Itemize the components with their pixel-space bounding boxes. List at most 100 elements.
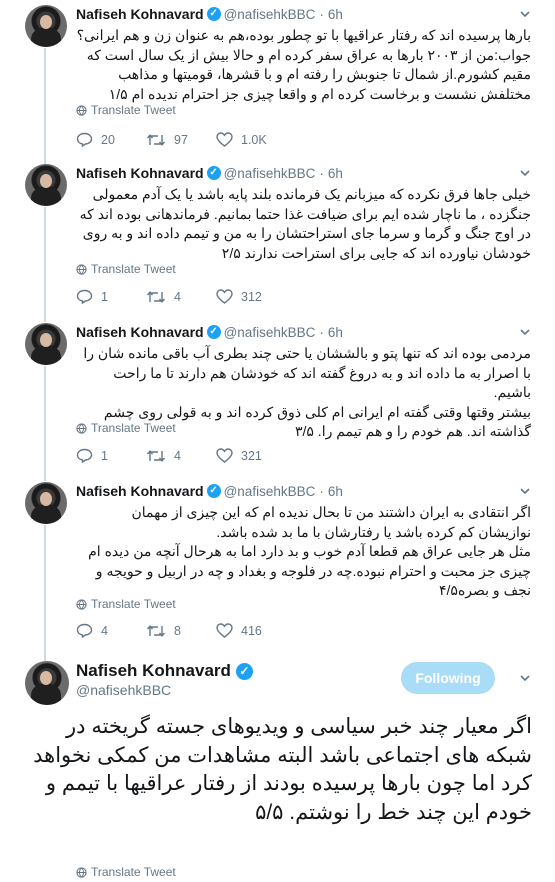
like-count: 321	[241, 448, 262, 463]
like-icon	[216, 623, 233, 638]
author-name[interactable]: Nafiseh Kohnavard	[76, 483, 204, 499]
reply-button[interactable]: 1	[76, 448, 146, 463]
like-count: 416	[241, 623, 262, 638]
tweet-header: Nafiseh Kohnavard ✓ @nafisehkBBC · 6h	[76, 6, 343, 22]
reply-icon	[76, 289, 93, 304]
reply-count: 20	[101, 132, 115, 147]
following-button[interactable]: Following	[401, 662, 495, 694]
tweet-actions: 1 4 321	[76, 448, 506, 463]
tweet-text: بارها پرسیده اند که رفتار عراقیها با تو …	[76, 27, 531, 102]
translate-label: Translate Tweet	[91, 421, 176, 435]
reply-icon	[76, 448, 93, 463]
author-name[interactable]: Nafiseh Kohnavard	[76, 165, 204, 181]
reply-count: 4	[101, 623, 108, 638]
translate-tweet-link[interactable]: Translate Tweet	[76, 865, 176, 879]
chevron-down-icon[interactable]	[519, 167, 531, 179]
globe-icon	[76, 866, 87, 878]
retweet-button[interactable]: 4	[146, 289, 216, 304]
avatar[interactable]	[25, 5, 67, 47]
separator-dot: ·	[319, 165, 324, 181]
tweet-time[interactable]: 6h	[328, 484, 343, 499]
tweet-header: Nafiseh Kohnavard ✓ @nafisehkBBC · 6h	[76, 324, 343, 340]
globe-icon	[76, 263, 87, 275]
like-button[interactable]: 1.0K	[216, 132, 306, 147]
separator-dot: ·	[319, 324, 324, 340]
like-button[interactable]: 416	[216, 623, 306, 638]
like-count: 1.0K	[241, 132, 267, 147]
author-handle[interactable]: @nafisehkBBC	[224, 166, 316, 181]
tweet-text: اگر انتقادی به ایران داشتند من تا بحال ن…	[88, 504, 531, 598]
translate-label: Translate Tweet	[91, 103, 176, 117]
tweet[interactable]: Nafiseh Kohnavard ✓ @nafisehkBBC · 6h با…	[0, 0, 555, 160]
reply-button[interactable]: 4	[76, 623, 146, 638]
translate-label: Translate Tweet	[91, 597, 176, 611]
main-tweet[interactable]: Nafiseh Kohnavard ✓ @nafisehkBBC Followi…	[0, 652, 555, 882]
like-count: 312	[241, 289, 262, 304]
chevron-down-icon[interactable]	[519, 8, 531, 20]
author-name[interactable]: Nafiseh Kohnavard	[76, 661, 231, 681]
verified-icon: ✓	[206, 166, 221, 180]
avatar[interactable]	[25, 482, 67, 524]
retweet-count: 97	[174, 132, 188, 147]
verified-icon: ✓	[206, 7, 221, 21]
like-icon	[216, 289, 233, 304]
translate-tweet-link[interactable]: Translate Tweet	[76, 597, 176, 611]
author-name-row: Nafiseh Kohnavard ✓	[76, 661, 256, 681]
retweet-button[interactable]: 97	[146, 132, 216, 147]
translate-label: Translate Tweet	[91, 865, 176, 879]
translate-tweet-link[interactable]: Translate Tweet	[76, 262, 176, 276]
tweet-header: Nafiseh Kohnavard ✓ @nafisehkBBC · 6h	[76, 483, 343, 499]
retweet-button[interactable]: 8	[146, 623, 216, 638]
retweet-button[interactable]: 4	[146, 448, 216, 463]
author-handle[interactable]: @nafisehkBBC	[76, 682, 171, 698]
avatar[interactable]	[25, 323, 67, 365]
reply-icon	[76, 623, 93, 638]
tweet[interactable]: Nafiseh Kohnavard ✓ @nafisehkBBC · 6h خی…	[0, 159, 555, 319]
tweet-actions: 4 8 416	[76, 623, 506, 638]
tweet-header: Nafiseh Kohnavard ✓ @nafisehkBBC · 6h	[76, 165, 343, 181]
like-button[interactable]: 321	[216, 448, 306, 463]
reply-icon	[76, 132, 93, 147]
reply-button[interactable]: 1	[76, 289, 146, 304]
avatar[interactable]	[25, 164, 67, 206]
like-icon	[216, 448, 233, 463]
avatar[interactable]	[25, 661, 69, 705]
translate-tweet-link[interactable]: Translate Tweet	[76, 421, 176, 435]
retweet-icon	[146, 624, 166, 637]
retweet-count: 4	[174, 448, 181, 463]
tweet[interactable]: Nafiseh Kohnavard ✓ @nafisehkBBC · 6h مر…	[0, 318, 555, 478]
chevron-down-icon[interactable]	[519, 326, 531, 338]
verified-icon: ✓	[235, 662, 253, 680]
tweet-text: خیلی جاها فرق نکرده که میزبانم یک فرماند…	[79, 186, 531, 261]
tweet-actions: 20 97 1.0K	[76, 132, 506, 147]
tweet[interactable]: Nafiseh Kohnavard ✓ @nafisehkBBC · 6h اگ…	[0, 477, 555, 652]
author-handle[interactable]: @nafisehkBBC	[224, 484, 316, 499]
retweet-count: 8	[174, 623, 181, 638]
translate-tweet-link[interactable]: Translate Tweet	[76, 103, 176, 117]
retweet-icon	[146, 449, 166, 462]
main-tweet-text: اگر معیار چند خبر سیاسی و ویدیوهای جسته …	[33, 715, 532, 824]
tweet-time[interactable]: 6h	[328, 7, 343, 22]
chevron-down-icon[interactable]	[519, 672, 531, 684]
translate-label: Translate Tweet	[91, 262, 176, 276]
reply-button[interactable]: 20	[76, 132, 146, 147]
author-handle[interactable]: @nafisehkBBC	[224, 325, 316, 340]
tweet-actions: 1 4 312	[76, 289, 506, 304]
retweet-count: 4	[174, 289, 181, 304]
author-name[interactable]: Nafiseh Kohnavard	[76, 324, 204, 340]
separator-dot: ·	[319, 6, 324, 22]
author-handle[interactable]: @nafisehkBBC	[224, 7, 316, 22]
verified-icon: ✓	[206, 484, 221, 498]
retweet-icon	[146, 290, 166, 303]
retweet-icon	[146, 133, 166, 146]
tweet-time[interactable]: 6h	[328, 166, 343, 181]
tweet-time[interactable]: 6h	[328, 325, 343, 340]
globe-icon	[76, 104, 87, 116]
separator-dot: ·	[319, 483, 324, 499]
reply-count: 1	[101, 448, 108, 463]
globe-icon	[76, 598, 87, 610]
author-name[interactable]: Nafiseh Kohnavard	[76, 6, 204, 22]
chevron-down-icon[interactable]	[519, 485, 531, 497]
verified-icon: ✓	[206, 325, 221, 339]
like-button[interactable]: 312	[216, 289, 306, 304]
